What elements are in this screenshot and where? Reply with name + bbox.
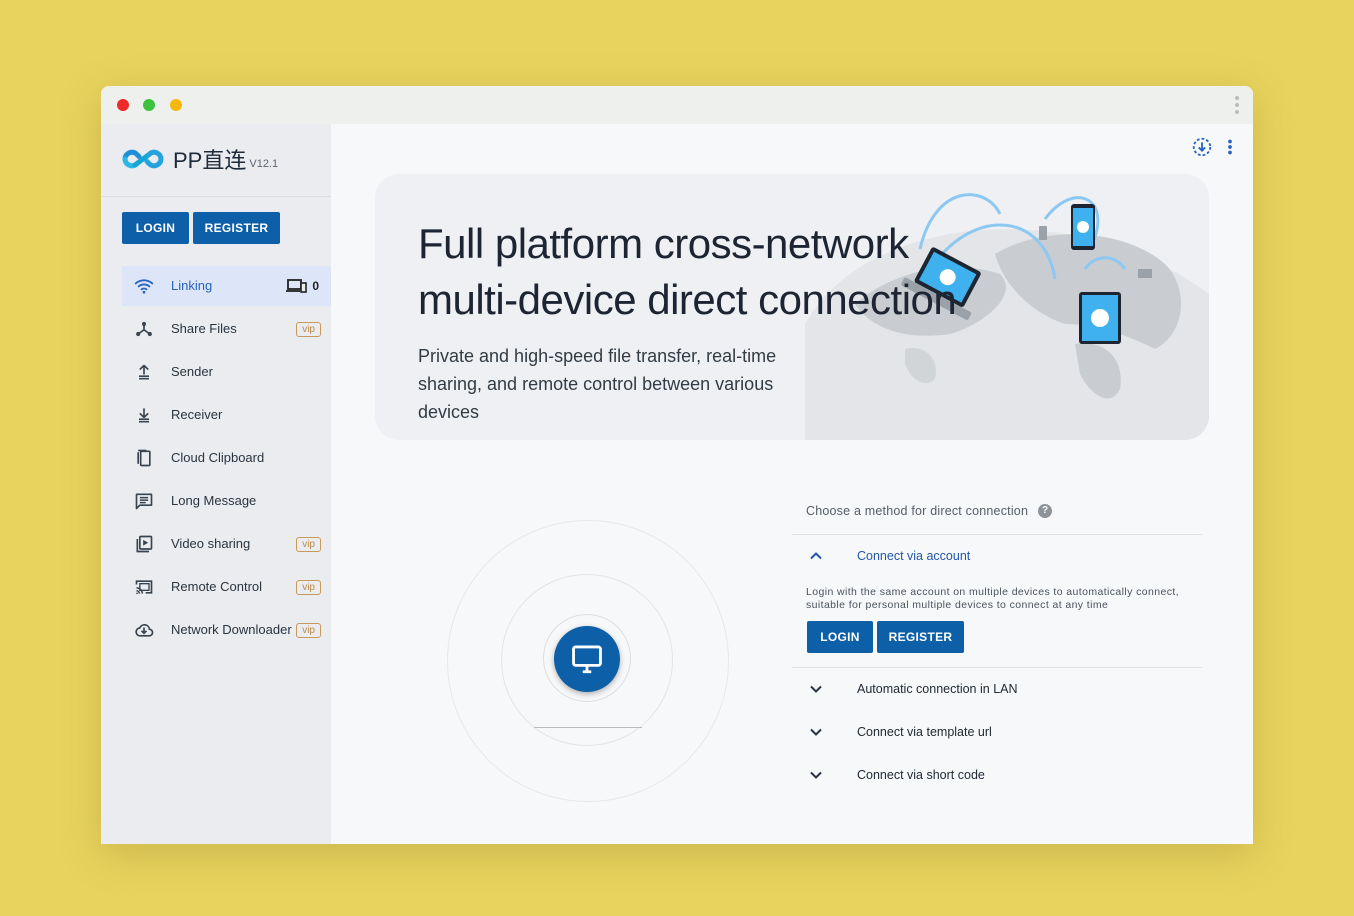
sidebar-item-label: Network Downloader [171,622,292,637]
cloud-download-icon [135,624,154,637]
brand: PP直连 V12.1 [121,144,278,174]
sidebar-item-share-files[interactable]: Share Files vip [122,309,331,349]
connect-login-button[interactable]: LOGIN [807,621,873,653]
connection-method-heading-text: Choose a method for direct connection [806,504,1029,518]
app-version: V12.1 [249,158,279,170]
method-lan-auto[interactable]: Automatic connection in LAN [792,669,1202,709]
window-menu-icon[interactable] [1233,96,1241,116]
device-count: 0 [285,278,319,294]
app-logo-icon [122,149,164,169]
download-icon [139,408,149,423]
device-name-underline [534,727,642,728]
app-window: PP直连 V12.1 LOGIN REGISTER Linking 0 Shar… [101,86,1253,844]
method-connect-via-account[interactable]: Connect via account [792,536,1202,576]
sidebar-item-label: Video sharing [171,536,251,551]
chevron-up-icon [810,552,822,560]
minimize-window-button[interactable] [170,99,182,111]
main-content: Full platform cross-network multi-device… [331,124,1253,844]
sidebar-item-label: Remote Control [171,579,263,594]
sidebar-item-label: Cloud Clipboard [171,450,265,465]
chevron-down-icon [810,728,822,736]
sidebar-item-label: Sender [171,364,213,379]
cast-icon [135,580,153,595]
vip-badge: vip [296,580,321,595]
chevron-down-icon [810,685,822,693]
sidebar-item-label: Share Files [171,321,237,336]
maximize-window-button[interactable] [143,99,155,111]
sidebar-item-sender[interactable]: Sender [122,352,331,392]
sidebar-item-long-message[interactable]: Long Message [122,481,331,521]
title-bar [101,86,1253,124]
sidebar-register-button[interactable]: REGISTER [193,212,280,244]
upload-icon [139,364,149,380]
method-short-code[interactable]: Connect via short code [792,755,1202,795]
chevron-down-icon [810,771,822,779]
divider [792,534,1202,535]
app-name: PP直连 [173,148,247,173]
divider [792,667,1202,668]
hero-title: Full platform cross-network multi-device… [418,216,1038,328]
method-description: Login with the same account on multiple … [806,586,1179,611]
more-options-icon[interactable] [1223,136,1237,158]
method-label: Connect via account [857,549,971,563]
download-status-icon[interactable] [1191,136,1213,158]
share-icon [136,321,152,337]
wifi-icon [134,279,154,294]
close-window-button[interactable] [117,99,129,111]
device-count-value: 0 [312,279,319,293]
sidebar-item-label: Linking [171,278,213,293]
sidebar-item-remote-control[interactable]: Remote Control vip [122,567,331,607]
vip-badge: vip [296,623,321,638]
method-label: Connect via template url [857,725,992,739]
video-icon [136,535,153,553]
sidebar-item-receiver[interactable]: Receiver [122,395,331,435]
hero-title-line-2: multi-device direct connection [418,276,957,323]
sidebar-item-cloud-clipboard[interactable]: Cloud Clipboard [122,438,331,478]
sidebar-item-label: Receiver [171,407,223,422]
vip-badge: vip [296,322,321,337]
method-template-url[interactable]: Connect via template url [792,712,1202,752]
top-toolbar [1191,136,1237,158]
sidebar: PP直连 V12.1 LOGIN REGISTER Linking 0 Shar… [101,124,331,844]
sidebar-divider [101,196,331,197]
hero-banner: Full platform cross-network multi-device… [375,174,1209,440]
connect-register-button[interactable]: REGISTER [877,621,964,653]
sidebar-item-linking[interactable]: Linking 0 [122,266,331,306]
hero-subtitle: Private and high-speed file transfer, re… [418,346,777,422]
devices-icon [286,279,308,293]
monitor-icon [572,645,602,674]
sidebar-item-video-sharing[interactable]: Video sharing vip [122,524,331,564]
method-label: Automatic connection in LAN [857,682,1018,696]
sidebar-item-network-downloader[interactable]: Network Downloader vip [122,610,331,650]
message-icon [135,493,153,510]
method-label: Connect via short code [857,768,985,782]
clipboard-icon [137,449,151,467]
help-icon[interactable]: ? [1038,504,1053,518]
this-device-button[interactable] [554,626,620,692]
sidebar-item-label: Long Message [171,493,257,508]
sidebar-login-button[interactable]: LOGIN [122,212,189,244]
connection-method-heading: Choose a method for direct connection ? [806,504,1053,518]
vip-badge: vip [296,537,321,552]
hero-title-line-1: Full platform cross-network [418,220,909,267]
